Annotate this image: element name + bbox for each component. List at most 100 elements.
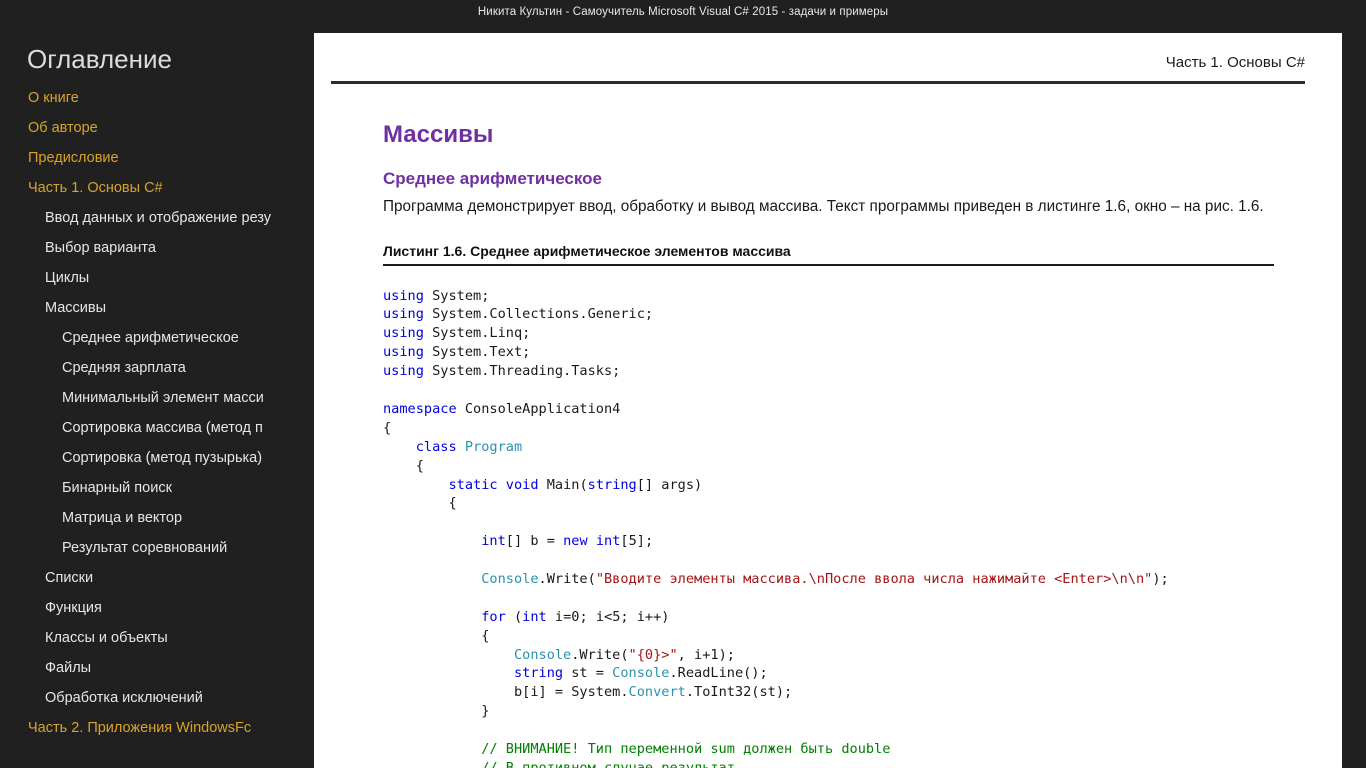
toc-item[interactable]: Выбор варианта <box>0 233 314 263</box>
code-token: Console <box>612 665 670 682</box>
code-token: using <box>383 287 424 304</box>
window-title: Никита Культин - Самоучитель Microsoft V… <box>477 5 889 18</box>
code-token: System.Collections.Generic; <box>423 306 654 323</box>
code-token: .ReadLine(); <box>669 665 768 682</box>
toc-item[interactable]: Списки <box>0 563 314 593</box>
sidebar-heading: Оглавление <box>27 44 172 74</box>
code-token: for <box>481 608 506 625</box>
toc-item[interactable]: Сортировка (метод пузырька) <box>0 443 314 473</box>
code-line: { <box>383 627 1323 646</box>
code-token: // В противном случае результат <box>481 759 735 768</box>
code-line: static void Main(string[] args) <box>383 476 1323 495</box>
listing-caption: Листинг 1.6. Среднее арифметическое элем… <box>383 243 1274 266</box>
code-token: System.Text; <box>423 344 531 361</box>
code-line: using System.Linq; <box>383 324 1323 343</box>
code-line: using System.Collections.Generic; <box>383 305 1323 324</box>
code-token: namespace <box>383 400 457 417</box>
code-line: // В противном случае результат <box>383 759 1323 768</box>
code-token: "{0}>" <box>628 646 678 663</box>
code-token: new <box>563 533 588 550</box>
code-token: [5]; <box>620 533 654 550</box>
code-token: .Write( <box>538 570 596 587</box>
chapter-title: Массивы <box>383 121 494 149</box>
code-token: .ToInt32(st); <box>685 684 793 701</box>
toc-item[interactable]: Ввод данных и отображение резу <box>0 203 314 233</box>
code-token: .Write( <box>571 646 629 663</box>
code-line: using System.Text; <box>383 343 1323 362</box>
code-token: ConsoleApplication4 <box>456 400 621 417</box>
code-token: , i+1); <box>677 646 735 663</box>
sidebar-table-of-contents: Оглавление О книге Об авторе Предисловие Ча… <box>0 23 314 768</box>
code-token: System.Threading.Tasks; <box>423 363 621 380</box>
code-token: using <box>383 344 424 361</box>
code-line: using System.Threading.Tasks; <box>383 362 1323 381</box>
code-line: { <box>383 419 1323 438</box>
code-line: b[i] = System.Convert.ToInt32(st); <box>383 683 1323 702</box>
code-token: class <box>415 438 457 455</box>
code-token: string <box>587 476 637 493</box>
toc-item[interactable]: Минимальный элемент масси <box>0 383 314 413</box>
code-token: { <box>383 419 392 436</box>
toc-item[interactable]: Классы и объекты <box>0 623 314 653</box>
toc-item[interactable]: Часть 2. Приложения WindowsFc <box>0 713 314 743</box>
toc-item[interactable]: Обработка исключений <box>0 683 314 713</box>
code-token: Main( <box>538 476 588 493</box>
app-window: Никита Культин - Самоучитель Microsoft V… <box>0 0 1366 768</box>
running-head: Часть 1. Основы C# <box>1165 54 1305 71</box>
code-token: int <box>595 533 621 550</box>
code-line: string st = Console.ReadLine(); <box>383 664 1323 683</box>
toc-item[interactable]: Результат соревнований <box>0 533 314 563</box>
code-line: // ВНИМАНИЕ! Тип переменной sum должен б… <box>383 740 1323 759</box>
code-line: Console.Write("{0}>", i+1); <box>383 646 1323 665</box>
toc-item[interactable]: О книге <box>0 83 314 113</box>
code-token: [] args) <box>636 476 703 493</box>
code-token: Convert <box>628 684 686 701</box>
code-token: using <box>383 306 424 323</box>
toc-item[interactable]: Часть 1. Основы C# <box>0 173 314 203</box>
toc-item[interactable]: Сортировка массива (метод п <box>0 413 314 443</box>
toc-item[interactable]: Об авторе <box>0 113 314 143</box>
toc-item[interactable]: Предисловие <box>0 143 314 173</box>
code-token: using <box>383 363 424 380</box>
toc-item[interactable]: Матрица и вектор <box>0 503 314 533</box>
code-line: using System; <box>383 287 1323 306</box>
code-line: for (int i=0; i<5; i++) <box>383 608 1323 627</box>
code-token: void <box>505 476 539 493</box>
code-token: "Вводите элементы массива.\nПосле ввола … <box>595 570 1153 587</box>
code-token: int <box>481 533 506 550</box>
toc-item[interactable]: Функция <box>0 593 314 623</box>
code-token: System.Linq; <box>423 325 531 342</box>
code-token: st = <box>563 665 613 682</box>
toc-item[interactable]: Бинарный поиск <box>0 473 314 503</box>
code-token: // ВНИМАНИЕ! Тип переменной sum должен б… <box>481 740 891 757</box>
toc-list: О книге Об авторе Предисловие Часть 1. Осно… <box>0 83 314 743</box>
code-token: string <box>513 665 564 682</box>
header-rule <box>331 81 1305 84</box>
toc-item[interactable]: Средняя зарплата <box>0 353 314 383</box>
toc-item[interactable]: Среднее арифметическое <box>0 323 314 353</box>
body-paragraph: Программа демонстрирует ввод, обработку … <box>383 198 1264 216</box>
code-line: { <box>383 457 1323 476</box>
section-title: Среднее арифметическое <box>383 169 603 189</box>
toc-item[interactable]: Файлы <box>0 653 314 683</box>
code-token: using <box>383 325 424 342</box>
toc-item[interactable]: Циклы <box>0 263 314 293</box>
toc-item[interactable]: Массивы <box>0 293 314 323</box>
code-listing: using System; using System.Collections.Ge… <box>383 287 1323 768</box>
code-token: Console <box>513 646 572 663</box>
